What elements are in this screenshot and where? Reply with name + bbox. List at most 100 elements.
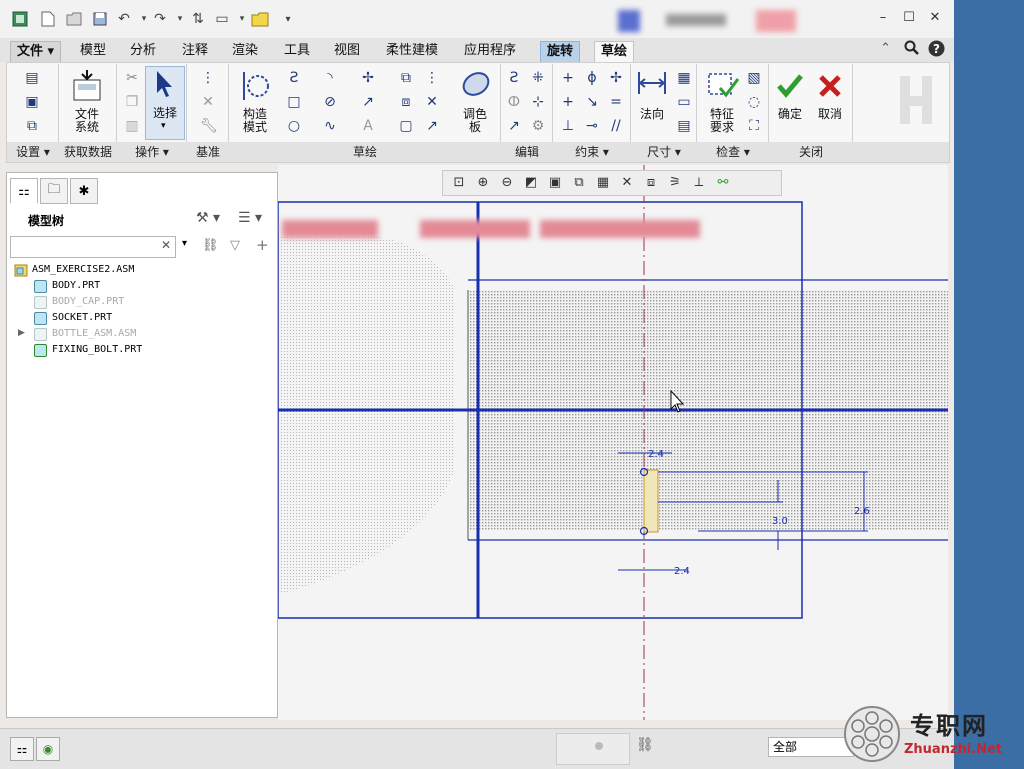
centerline-icon[interactable]: ⋮ — [424, 70, 440, 86]
ok-label[interactable]: 确定 — [770, 108, 810, 121]
perpendicular-constraint-icon[interactable]: ⊥ — [560, 118, 576, 134]
regenerate-icon[interactable]: ⇅ — [188, 9, 208, 29]
expand-arrow-icon[interactable]: ▶ — [18, 328, 25, 338]
construction-mode-label[interactable]: 构造 模式 — [232, 108, 278, 134]
modify-icon[interactable]: Ƨ — [506, 70, 522, 86]
arc-icon[interactable]: ◝ — [322, 70, 338, 86]
dimension-vertical[interactable]: 2.6 — [854, 506, 870, 517]
tab-sketch[interactable]: 草绘 — [594, 41, 635, 62]
offset-icon[interactable]: ⧉ — [398, 70, 414, 86]
clear-search-icon[interactable]: ✕ — [161, 238, 171, 252]
display-style-icon[interactable]: ▣ — [545, 173, 565, 193]
point-icon[interactable]: ✕ — [424, 94, 440, 110]
open-icon[interactable] — [64, 9, 84, 29]
find-icon[interactable]: ⛓ — [636, 737, 654, 753]
redo-icon[interactable]: ↷ — [150, 9, 170, 29]
tab-flexible-modeling[interactable]: 柔性建模 — [380, 41, 444, 61]
tree-item-body-cap[interactable]: BODY_CAP.PRT — [34, 294, 124, 310]
zoom-out-icon[interactable]: ⊖ — [497, 173, 517, 193]
filter-icon[interactable]: ▽ — [230, 238, 240, 253]
reference-dimension-icon[interactable]: ▤ — [676, 118, 692, 134]
rotate-resize-icon[interactable]: ↗ — [506, 118, 522, 134]
normal-dimension-icon[interactable] — [636, 70, 668, 96]
window-icon[interactable]: ▭ — [212, 9, 232, 29]
tab-annotate[interactable]: 注释 — [176, 41, 214, 61]
spline-icon[interactable]: ∿ — [322, 118, 338, 134]
app-icon[interactable] — [10, 9, 30, 29]
parallel-constraint-icon[interactable]: // — [608, 118, 624, 134]
more-icon[interactable]: ⋮ — [200, 70, 216, 86]
help-icon[interactable]: ? — [928, 40, 945, 60]
folder-browser-tab-icon[interactable]: 🗀︎ — [40, 178, 68, 204]
search-icon[interactable] — [904, 40, 920, 59]
sketch-canvas[interactable]: 2.4 2.4 3.0 2.6 — [278, 165, 948, 720]
saved-orientations-icon[interactable]: ⧉ — [569, 173, 589, 193]
tab-file[interactable]: 文件 ▾ — [10, 41, 62, 63]
feature-requirements-label[interactable]: 特征 要求 — [700, 108, 744, 134]
circle-icon[interactable]: ○ — [286, 118, 302, 134]
new-icon[interactable] — [38, 9, 58, 29]
ellipse-icon[interactable]: ⊘ — [322, 94, 338, 110]
group-dimension[interactable]: 尺寸 ▾ — [631, 142, 697, 162]
thicken-icon[interactable]: ⧈ — [398, 94, 414, 110]
dimension-horizontal[interactable]: 3.0 — [772, 516, 788, 527]
coincident-constraint-icon[interactable]: ⊸ — [584, 118, 600, 134]
redo-dropdown-icon[interactable]: ▾ — [170, 9, 190, 29]
cancel-label[interactable]: 取消 — [810, 108, 850, 121]
project-icon[interactable]: ▢ — [398, 118, 414, 134]
zoom-in-icon[interactable]: ⊕ — [473, 173, 493, 193]
tree-item-fixing-bolt[interactable]: FIXING_BOLT.PRT — [34, 342, 142, 358]
divide-icon[interactable]: ⁜ — [530, 70, 546, 86]
baseline-icon[interactable]: ▭ — [676, 94, 692, 110]
tree-item-asm-exercise2[interactable]: ASM_EXERCISE2.ASM — [14, 262, 134, 278]
palette-icon[interactable] — [458, 66, 494, 102]
maximize-button[interactable]: ☐ — [898, 10, 920, 28]
collapse-ribbon-icon[interactable]: ⌃ — [880, 41, 891, 56]
tab-applications[interactable]: 应用程序 — [458, 41, 522, 61]
tab-model[interactable]: 模型 — [74, 41, 112, 61]
tab-analysis[interactable]: 分析 — [124, 41, 162, 61]
trim-icon[interactable]: ⊹ — [530, 94, 546, 110]
tree-item-bottle-asm[interactable]: BOTTLE_ASM.ASM — [34, 326, 136, 342]
tree-item-socket[interactable]: SOCKET.PRT — [34, 310, 112, 326]
spin-center-icon[interactable]: ⚞ — [665, 173, 685, 193]
tree-search-box[interactable]: ✕ — [10, 236, 176, 258]
overlap-geometry-icon[interactable]: ▧ — [746, 70, 762, 86]
symmetric-constraint-icon[interactable]: ✢ — [608, 70, 624, 86]
show-navigator-icon[interactable]: ⚏ — [10, 737, 34, 761]
datum-display-icon[interactable]: ✕ — [617, 173, 637, 193]
add-icon[interactable]: + — [256, 236, 269, 254]
search-dropdown-icon[interactable]: ▾ — [182, 238, 187, 249]
sketch-view-icon[interactable]: ⟂ — [689, 173, 709, 193]
sketch-view-icon[interactable]: ⧉ — [24, 118, 40, 134]
group-inspect[interactable]: 检查 ▾ — [697, 142, 769, 162]
midpoint-constraint-icon[interactable]: ↘ — [584, 94, 600, 110]
group-operations[interactable]: 操作 ▾ — [117, 142, 187, 162]
tree-show-icon[interactable]: ☰ ▾ — [238, 210, 262, 226]
repaint-icon[interactable]: ◩ — [521, 173, 541, 193]
sketch-setup-icon[interactable]: ▤ — [24, 70, 40, 86]
construction-mode-icon[interactable] — [238, 68, 274, 104]
group-constrain[interactable]: 约束 ▾ — [553, 142, 631, 162]
coordinate-system-icon[interactable]: ↗ — [424, 118, 440, 134]
vertical-constraint-icon[interactable]: + — [560, 70, 576, 86]
tab-tools[interactable]: 工具 — [278, 41, 316, 61]
tree-item-body[interactable]: BODY.PRT — [34, 278, 100, 294]
cancel-icon[interactable] — [816, 72, 844, 100]
folder-icon[interactable] — [250, 9, 270, 29]
chamfer-icon[interactable]: ↗ — [360, 94, 376, 110]
graphics-window[interactable]: 2.4 2.4 3.0 2.6 — [278, 165, 948, 720]
reference-icon[interactable]: ▣ — [24, 94, 40, 110]
fillet-icon[interactable]: ✢ — [360, 70, 376, 86]
tangent-constraint-icon[interactable]: ϕ — [584, 70, 600, 86]
file-system-label[interactable]: 文件 系统 — [64, 108, 110, 134]
horizontal-constraint-icon[interactable]: + — [560, 94, 576, 110]
save-icon[interactable] — [90, 9, 110, 29]
tree-search-input[interactable] — [13, 238, 157, 256]
tab-render[interactable]: 渲染 — [226, 41, 264, 61]
highlight-open-ends-icon[interactable]: ◌ — [746, 94, 762, 110]
palette-label[interactable]: 调色 板 — [452, 108, 498, 134]
group-setup[interactable]: 设置 ▾ — [7, 142, 59, 162]
selection-filter-select[interactable]: 全部 — [768, 737, 854, 757]
show-browser-icon[interactable]: ◉ — [36, 737, 60, 761]
